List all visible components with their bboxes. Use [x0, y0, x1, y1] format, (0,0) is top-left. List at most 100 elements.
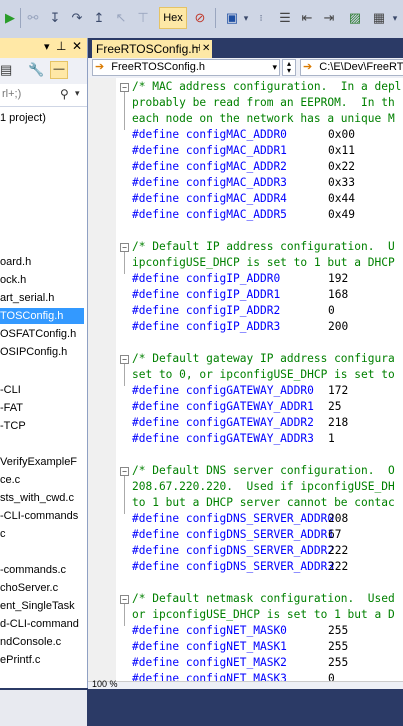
tree-item-file[interactable]: VerifyExampleF — [0, 454, 84, 470]
define-value: 255 — [328, 624, 349, 637]
breakpoint-icon[interactable]: ⚯ — [24, 8, 42, 28]
close-icon[interactable]: ✕ — [202, 40, 210, 58]
search-icon[interactable]: ⚲ — [60, 87, 69, 101]
define-value: 222 — [328, 544, 349, 557]
chevron-down-icon[interactable]: ▾ — [390, 8, 400, 28]
show-all-files-icon[interactable]: ▤ — [0, 62, 12, 78]
pin-icon[interactable]: ⊥ — [56, 39, 66, 53]
define-directive: #define configDNS_SERVER_ADDR3 — [132, 560, 335, 573]
code-line: #define configNET_MASK0 255 — [132, 623, 348, 639]
horizontal-scrollbar[interactable] — [0, 690, 87, 726]
tree-item-file[interactable]: -CLI-commands — [0, 508, 84, 524]
step-into-icon[interactable]: ↧ — [46, 8, 64, 28]
tree-item-file[interactable]: OSFATConfig.h — [0, 326, 84, 342]
collapse-region-icon[interactable]: − — [120, 83, 129, 92]
start-debug-icon[interactable]: ▶ — [2, 8, 18, 28]
window-icon[interactable]: ▣ — [222, 8, 242, 28]
code-line: #define configMAC_ADDR0 0x00 — [132, 127, 355, 143]
indicator-margin — [88, 78, 116, 688]
tree-item-file[interactable]: ndConsole.c — [0, 634, 84, 650]
main-toolbar: ▶ ⚯ ↧ ↷ ↥ ↖ ⊤ Hex ⊘ ▣ ▾ ⁝ ☰ ⇤ ⇥ ▨ ▦ ▾ — [0, 0, 403, 39]
tree-item-file[interactable]: ePrintf.c — [0, 652, 84, 668]
collapse-region-icon[interactable]: − — [120, 467, 129, 476]
define-value: 208 — [328, 512, 349, 525]
define-value: 255 — [328, 640, 349, 653]
list-icon[interactable]: ☰ — [276, 8, 294, 28]
fold-guide-line — [124, 252, 125, 274]
pin-icon[interactable]: ⊣ — [192, 40, 201, 58]
tree-item-folder[interactable]: -CLI — [0, 382, 84, 398]
collapse-region-icon[interactable]: − — [120, 355, 129, 364]
define-value: 25 — [328, 400, 342, 413]
define-value: 0x49 — [328, 208, 355, 221]
step-out-icon[interactable]: ↥ — [90, 8, 108, 28]
comment-line: /* Default DNS server configuration. O — [132, 464, 395, 477]
close-icon[interactable]: ✕ — [72, 39, 82, 53]
tree-item-file[interactable]: ent_SingleTask — [0, 598, 84, 614]
tree-item-file[interactable]: OSIPConfig.h — [0, 344, 84, 360]
collapse-region-icon[interactable]: − — [120, 595, 129, 604]
collapse-all-icon[interactable]: — — [50, 61, 68, 79]
define-directive: #define configIP_ADDR0 — [132, 272, 281, 285]
tree-item-file[interactable]: choServer.c — [0, 580, 84, 596]
tree-item-solution[interactable]: 1 project) — [0, 110, 84, 126]
tab-label: FreeRTOSConfig.h — [96, 42, 199, 56]
define-directive: #define configIP_ADDR1 — [132, 288, 281, 301]
define-directive: #define configGATEWAY_ADDR3 — [132, 432, 314, 445]
define-directive: #define configIP_ADDR3 — [132, 320, 281, 333]
tree-item-folder[interactable]: -TCP — [0, 418, 84, 434]
code-line: #define configIP_ADDR3 200 — [132, 319, 348, 335]
tree-item-file[interactable]: -commands.c — [0, 562, 84, 578]
grid-icon[interactable]: ▦ — [370, 8, 388, 28]
step-over-icon[interactable]: ↷ — [68, 8, 86, 28]
comment-line: or ipconfigUSE_DHCP is set to 1 but a D — [132, 608, 395, 621]
indent-icon[interactable]: ⇥ — [320, 8, 338, 28]
define-directive: #define configMAC_ADDR5 — [132, 208, 287, 221]
step-back-icon[interactable]: ⊤ — [134, 8, 152, 28]
comment-line: /* Default gateway IP address configura — [132, 352, 395, 365]
file-scope-dropdown[interactable]: ➔ FreeRTOSConfig.h ▾ — [92, 59, 280, 76]
toolbar-separator — [215, 8, 216, 28]
code-editor[interactable]: /* MAC address configuration. In a depl p… — [88, 78, 403, 688]
editor-tab-strip: FreeRTOSConfig.h ⊣ ✕ — [88, 38, 403, 58]
define-directive: #define configNET_MASK0 — [132, 624, 287, 637]
comment-line: set to 0, or ipconfigUSE_DHCP is set to — [132, 368, 395, 381]
panel-menu-icon[interactable]: ▾ — [44, 40, 50, 53]
tree-item-selected-file[interactable]: TOSConfig.h — [0, 308, 84, 324]
sync-spinner[interactable]: ▴ ▾ — [282, 59, 296, 76]
define-value: 172 — [328, 384, 349, 397]
solution-explorer-search[interactable]: rl+;) ⚲ ▾ — [0, 84, 87, 107]
define-value: 255 — [328, 656, 349, 669]
fold-guide-line — [124, 92, 125, 130]
define-directive: #define configDNS_SERVER_ADDR1 — [132, 528, 335, 541]
exception-icon[interactable]: ⊘ — [190, 8, 210, 28]
path-label: C:\E\Dev\FreeRTOS — [319, 61, 403, 73]
tree-item-file[interactable]: sts_with_cwd.c — [0, 490, 84, 506]
path-dropdown[interactable]: ➔ C:\E\Dev\FreeRTOS — [300, 59, 403, 76]
outdent-icon[interactable]: ⇤ — [298, 8, 316, 28]
hex-toggle-button[interactable]: Hex — [159, 7, 187, 29]
tree-item-file[interactable]: oard.h — [0, 254, 84, 270]
chevron-down-icon[interactable]: ▾ — [242, 8, 250, 28]
image-icon[interactable]: ▨ — [346, 8, 364, 28]
define-directive: #define configNET_MASK1 — [132, 640, 287, 653]
define-value: 0x00 — [328, 128, 355, 141]
tree-item-file[interactable]: ock.h — [0, 272, 84, 288]
define-directive: #define configGATEWAY_ADDR0 — [132, 384, 314, 397]
toolbar-overflow-icon[interactable]: ⁝ — [256, 8, 266, 28]
tab-freertosconfig[interactable]: FreeRTOSConfig.h ⊣ ✕ — [92, 40, 212, 58]
code-line: #define configMAC_ADDR2 0x22 — [132, 159, 355, 175]
tree-item-file[interactable]: d-CLI-command — [0, 616, 84, 632]
pointer-icon[interactable]: ↖ — [112, 8, 130, 28]
define-value: 218 — [328, 416, 349, 429]
tree-item-file[interactable]: art_serial.h — [0, 290, 84, 306]
define-value: 0x33 — [328, 176, 355, 189]
tree-item-folder[interactable]: -FAT — [0, 400, 84, 416]
collapse-region-icon[interactable]: − — [120, 243, 129, 252]
chevron-down-icon[interactable]: ▾ — [75, 88, 80, 99]
search-input-text: rl+;) — [2, 88, 22, 100]
properties-icon[interactable]: 🔧 — [28, 62, 44, 78]
code-line: #define configNET_MASK2 255 — [132, 655, 348, 671]
tree-item-file[interactable]: ce.c — [0, 472, 84, 488]
tree-item-file[interactable]: c — [0, 526, 84, 542]
